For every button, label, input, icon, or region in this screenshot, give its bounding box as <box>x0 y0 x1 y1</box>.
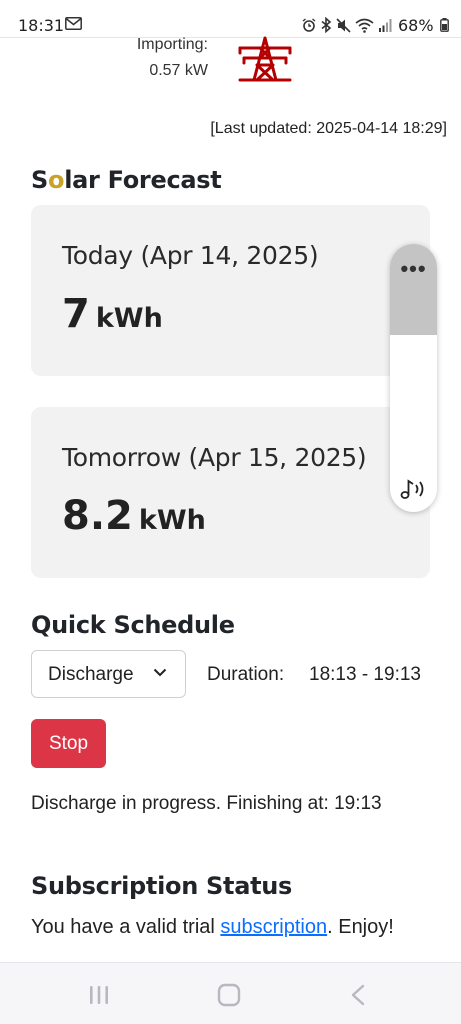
navigation-bar <box>0 962 461 1024</box>
subscription-status-title: Subscription Status <box>31 872 293 900</box>
schedule-status-text: Discharge in progress. Finishing at: 19:… <box>31 793 382 814</box>
gmail-icon <box>65 17 82 30</box>
mode-select[interactable]: Discharge <box>31 650 186 698</box>
solar-title-s: S <box>31 166 48 194</box>
today-unit: kWh <box>95 303 163 334</box>
chevron-down-icon <box>153 668 167 677</box>
status-bar: 18:31 68% <box>0 0 461 38</box>
mute-icon <box>336 17 351 33</box>
back-icon[interactable] <box>350 984 366 1006</box>
tomorrow-label: Tomorrow (Apr 15, 2025) <box>62 443 367 472</box>
tomorrow-value: 8.2 kWh <box>62 493 206 539</box>
quick-schedule-title: Quick Schedule <box>31 611 235 639</box>
today-label: Today (Apr 14, 2025) <box>62 241 319 270</box>
signal-icon <box>379 19 392 32</box>
recent-apps-icon[interactable] <box>88 984 110 1006</box>
stop-button[interactable]: Stop <box>31 719 106 768</box>
solar-forecast-title: Solar Forecast <box>31 166 222 194</box>
solar-title-rest: lar Forecast <box>64 166 222 194</box>
solar-title-o: o <box>48 166 65 194</box>
subscription-link[interactable]: subscription <box>220 916 327 938</box>
status-icons <box>302 16 392 34</box>
wifi-icon <box>355 18 374 33</box>
tomorrow-forecast-card: Tomorrow (Apr 15, 2025) 8.2 kWh <box>31 407 430 578</box>
tomorrow-unit: kWh <box>138 505 206 536</box>
mode-select-value: Discharge <box>48 664 134 685</box>
power-pylon-icon <box>238 36 292 82</box>
tomorrow-value-number: 8.2 <box>62 493 133 539</box>
subscription-text-before: You have a valid trial <box>31 916 221 938</box>
more-options-icon[interactable]: ••• <box>390 256 437 282</box>
today-value-number: 7 <box>62 291 90 337</box>
bluetooth-icon <box>321 17 332 33</box>
subscription-text: You have a valid trial subscription. Enj… <box>31 916 394 939</box>
battery-icon <box>440 18 449 32</box>
sound-mode-icon[interactable] <box>399 476 429 502</box>
today-value: 7 kWh <box>62 291 163 337</box>
importing-value: 0.57 kW <box>149 62 208 79</box>
duration-label: Duration: <box>207 664 285 685</box>
status-time: 18:31 <box>18 16 65 35</box>
battery-percent: 68% <box>398 16 434 35</box>
duration-value: 18:13 - 19:13 <box>309 664 421 685</box>
today-forecast-card: Today (Apr 14, 2025) 7 kWh <box>31 205 430 376</box>
importing-label: Importing: <box>136 36 208 53</box>
alarm-icon <box>302 18 316 32</box>
volume-slider[interactable]: ••• <box>390 244 437 512</box>
last-updated-text: [Last updated: 2025-04-14 18:29] <box>210 120 447 137</box>
subscription-text-after: . Enjoy! <box>327 916 394 938</box>
home-icon[interactable] <box>217 983 241 1007</box>
